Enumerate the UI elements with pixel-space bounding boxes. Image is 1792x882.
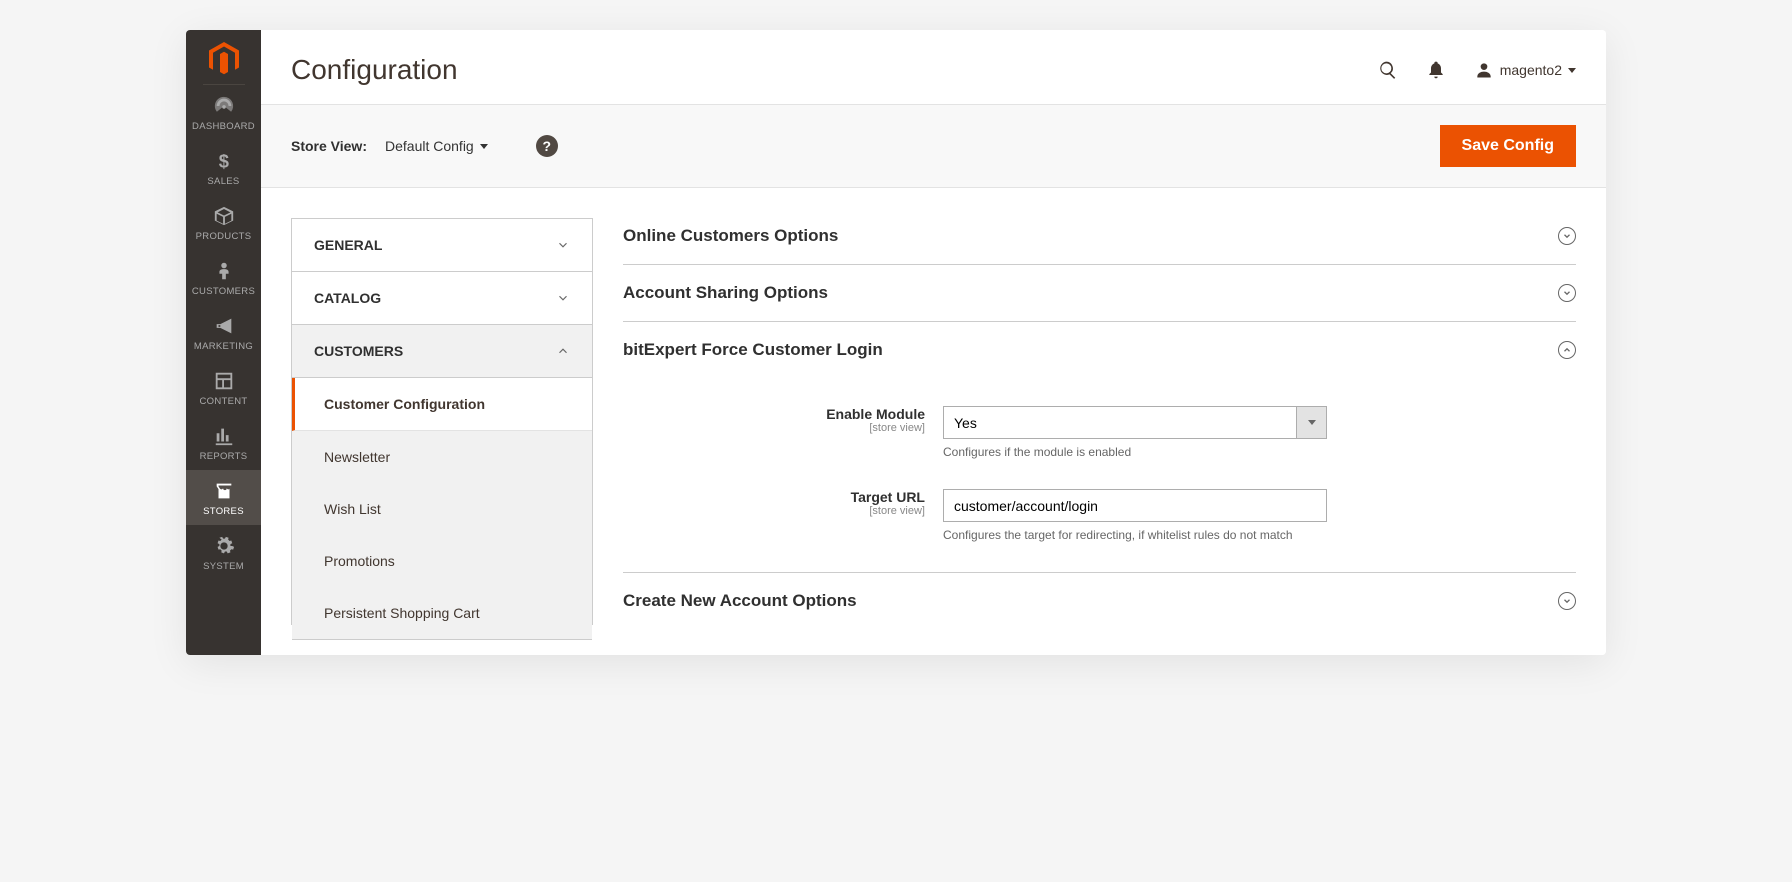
target-url-input[interactable]	[943, 489, 1327, 522]
sub-item-customer-config[interactable]: Customer Configuration	[292, 378, 592, 431]
nav-label: REPORTS	[200, 451, 248, 462]
save-config-button[interactable]: Save Config	[1440, 125, 1576, 167]
config-tab-catalog[interactable]: CATALOG	[292, 272, 592, 325]
row-target-url: Target URL [store view] Configures the t…	[623, 489, 1576, 542]
field-scope: [store view]	[623, 422, 925, 434]
header-actions: magento2	[1378, 60, 1576, 80]
store-icon	[213, 480, 235, 502]
collapse-icon	[1558, 341, 1576, 359]
main-sidebar: DASHBOARD $ SALES PRODUCTS CUSTOMERS MAR…	[186, 30, 261, 655]
sub-item-persistent-cart[interactable]: Persistent Shopping Cart	[292, 587, 592, 639]
nav-label: SALES	[207, 176, 239, 187]
content-area: GENERAL CATALOG CUSTOMERS Customer Confi…	[261, 188, 1606, 655]
nav-label: DASHBOARD	[192, 121, 255, 132]
gear-icon	[213, 535, 235, 557]
config-tab-label: CATALOG	[314, 290, 381, 306]
config-sub-items: Customer Configuration Newsletter Wish L…	[292, 378, 592, 640]
store-view-value: Default Config	[385, 138, 474, 154]
expand-icon	[1558, 227, 1576, 245]
nav-label: MARKETING	[194, 341, 253, 352]
section-online-customers[interactable]: Online Customers Options	[623, 218, 1576, 265]
nav-content[interactable]: CONTENT	[186, 360, 261, 415]
section-title: Create New Account Options	[623, 591, 857, 611]
person-icon	[213, 260, 235, 282]
store-view-label: Store View:	[291, 138, 367, 154]
nav-dashboard[interactable]: DASHBOARD	[186, 85, 261, 140]
field-label: Target URL	[623, 489, 925, 505]
field-hint: Configures the target for redirecting, i…	[943, 528, 1327, 542]
megaphone-icon	[213, 315, 235, 337]
config-tab-customers[interactable]: CUSTOMERS	[292, 325, 592, 378]
chart-icon	[213, 425, 235, 447]
page-title: Configuration	[291, 54, 458, 86]
select-value: Yes	[954, 415, 977, 431]
field-label: Enable Module	[623, 406, 925, 422]
config-tab-general[interactable]: GENERAL	[292, 219, 592, 272]
field-hint: Configures if the module is enabled	[943, 445, 1327, 459]
nav-label: SYSTEM	[203, 561, 244, 572]
svg-text:$: $	[218, 150, 228, 171]
nav-reports[interactable]: REPORTS	[186, 415, 261, 470]
user-name: magento2	[1500, 62, 1562, 78]
nav-label: PRODUCTS	[196, 231, 252, 242]
config-tab-label: GENERAL	[314, 237, 382, 253]
section-title: Online Customers Options	[623, 226, 838, 246]
chevron-down-icon	[556, 291, 570, 305]
store-view-dropdown[interactable]: Default Config	[385, 138, 488, 154]
bell-icon[interactable]	[1426, 60, 1446, 80]
user-icon	[1474, 60, 1494, 80]
section-title: bitExpert Force Customer Login	[623, 340, 883, 360]
sub-item-newsletter[interactable]: Newsletter	[292, 431, 592, 483]
chevron-down-icon	[1296, 407, 1326, 438]
nav-sales[interactable]: $ SALES	[186, 140, 261, 195]
config-content: Online Customers Options Account Sharing…	[593, 218, 1576, 625]
config-tab-label: CUSTOMERS	[314, 343, 403, 359]
magento-logo[interactable]	[203, 30, 245, 85]
expand-icon	[1558, 284, 1576, 302]
layout-icon	[213, 370, 235, 392]
field-scope: [store view]	[623, 505, 925, 517]
nav-marketing[interactable]: MARKETING	[186, 305, 261, 360]
toolbar: Store View: Default Config ? Save Config	[261, 104, 1606, 188]
row-enable-module: Enable Module [store view] Yes Configure…	[623, 406, 1576, 459]
section-create-account[interactable]: Create New Account Options	[623, 573, 1576, 629]
nav-stores[interactable]: STORES	[186, 470, 261, 525]
chevron-down-icon	[480, 144, 488, 149]
search-icon[interactable]	[1378, 60, 1398, 80]
help-icon[interactable]: ?	[536, 135, 558, 157]
chevron-up-icon	[556, 344, 570, 358]
nav-customers[interactable]: CUSTOMERS	[186, 250, 261, 305]
dollar-icon: $	[213, 150, 235, 172]
enable-module-select[interactable]: Yes	[943, 406, 1327, 439]
chevron-down-icon	[556, 238, 570, 252]
user-menu[interactable]: magento2	[1474, 60, 1576, 80]
section-force-login[interactable]: bitExpert Force Customer Login	[623, 322, 1576, 378]
chevron-down-icon	[1568, 68, 1576, 73]
page-header: Configuration magento2	[261, 30, 1606, 104]
store-view-selector: Store View: Default Config ?	[291, 135, 558, 157]
box-icon	[213, 205, 235, 227]
section-force-login-body: Enable Module [store view] Yes Configure…	[623, 378, 1576, 573]
dashboard-icon	[213, 95, 235, 117]
sub-item-wishlist[interactable]: Wish List	[292, 483, 592, 535]
main-area: Configuration magento2 Store View: Defau…	[261, 30, 1606, 655]
config-nav: GENERAL CATALOG CUSTOMERS Customer Confi…	[291, 218, 593, 625]
nav-system[interactable]: SYSTEM	[186, 525, 261, 580]
nav-label: CUSTOMERS	[192, 286, 255, 297]
nav-label: CONTENT	[199, 396, 247, 407]
section-account-sharing[interactable]: Account Sharing Options	[623, 265, 1576, 322]
expand-icon	[1558, 592, 1576, 610]
app-window: DASHBOARD $ SALES PRODUCTS CUSTOMERS MAR…	[186, 30, 1606, 655]
sub-item-promotions[interactable]: Promotions	[292, 535, 592, 587]
section-title: Account Sharing Options	[623, 283, 828, 303]
nav-label: STORES	[203, 506, 244, 517]
nav-products[interactable]: PRODUCTS	[186, 195, 261, 250]
